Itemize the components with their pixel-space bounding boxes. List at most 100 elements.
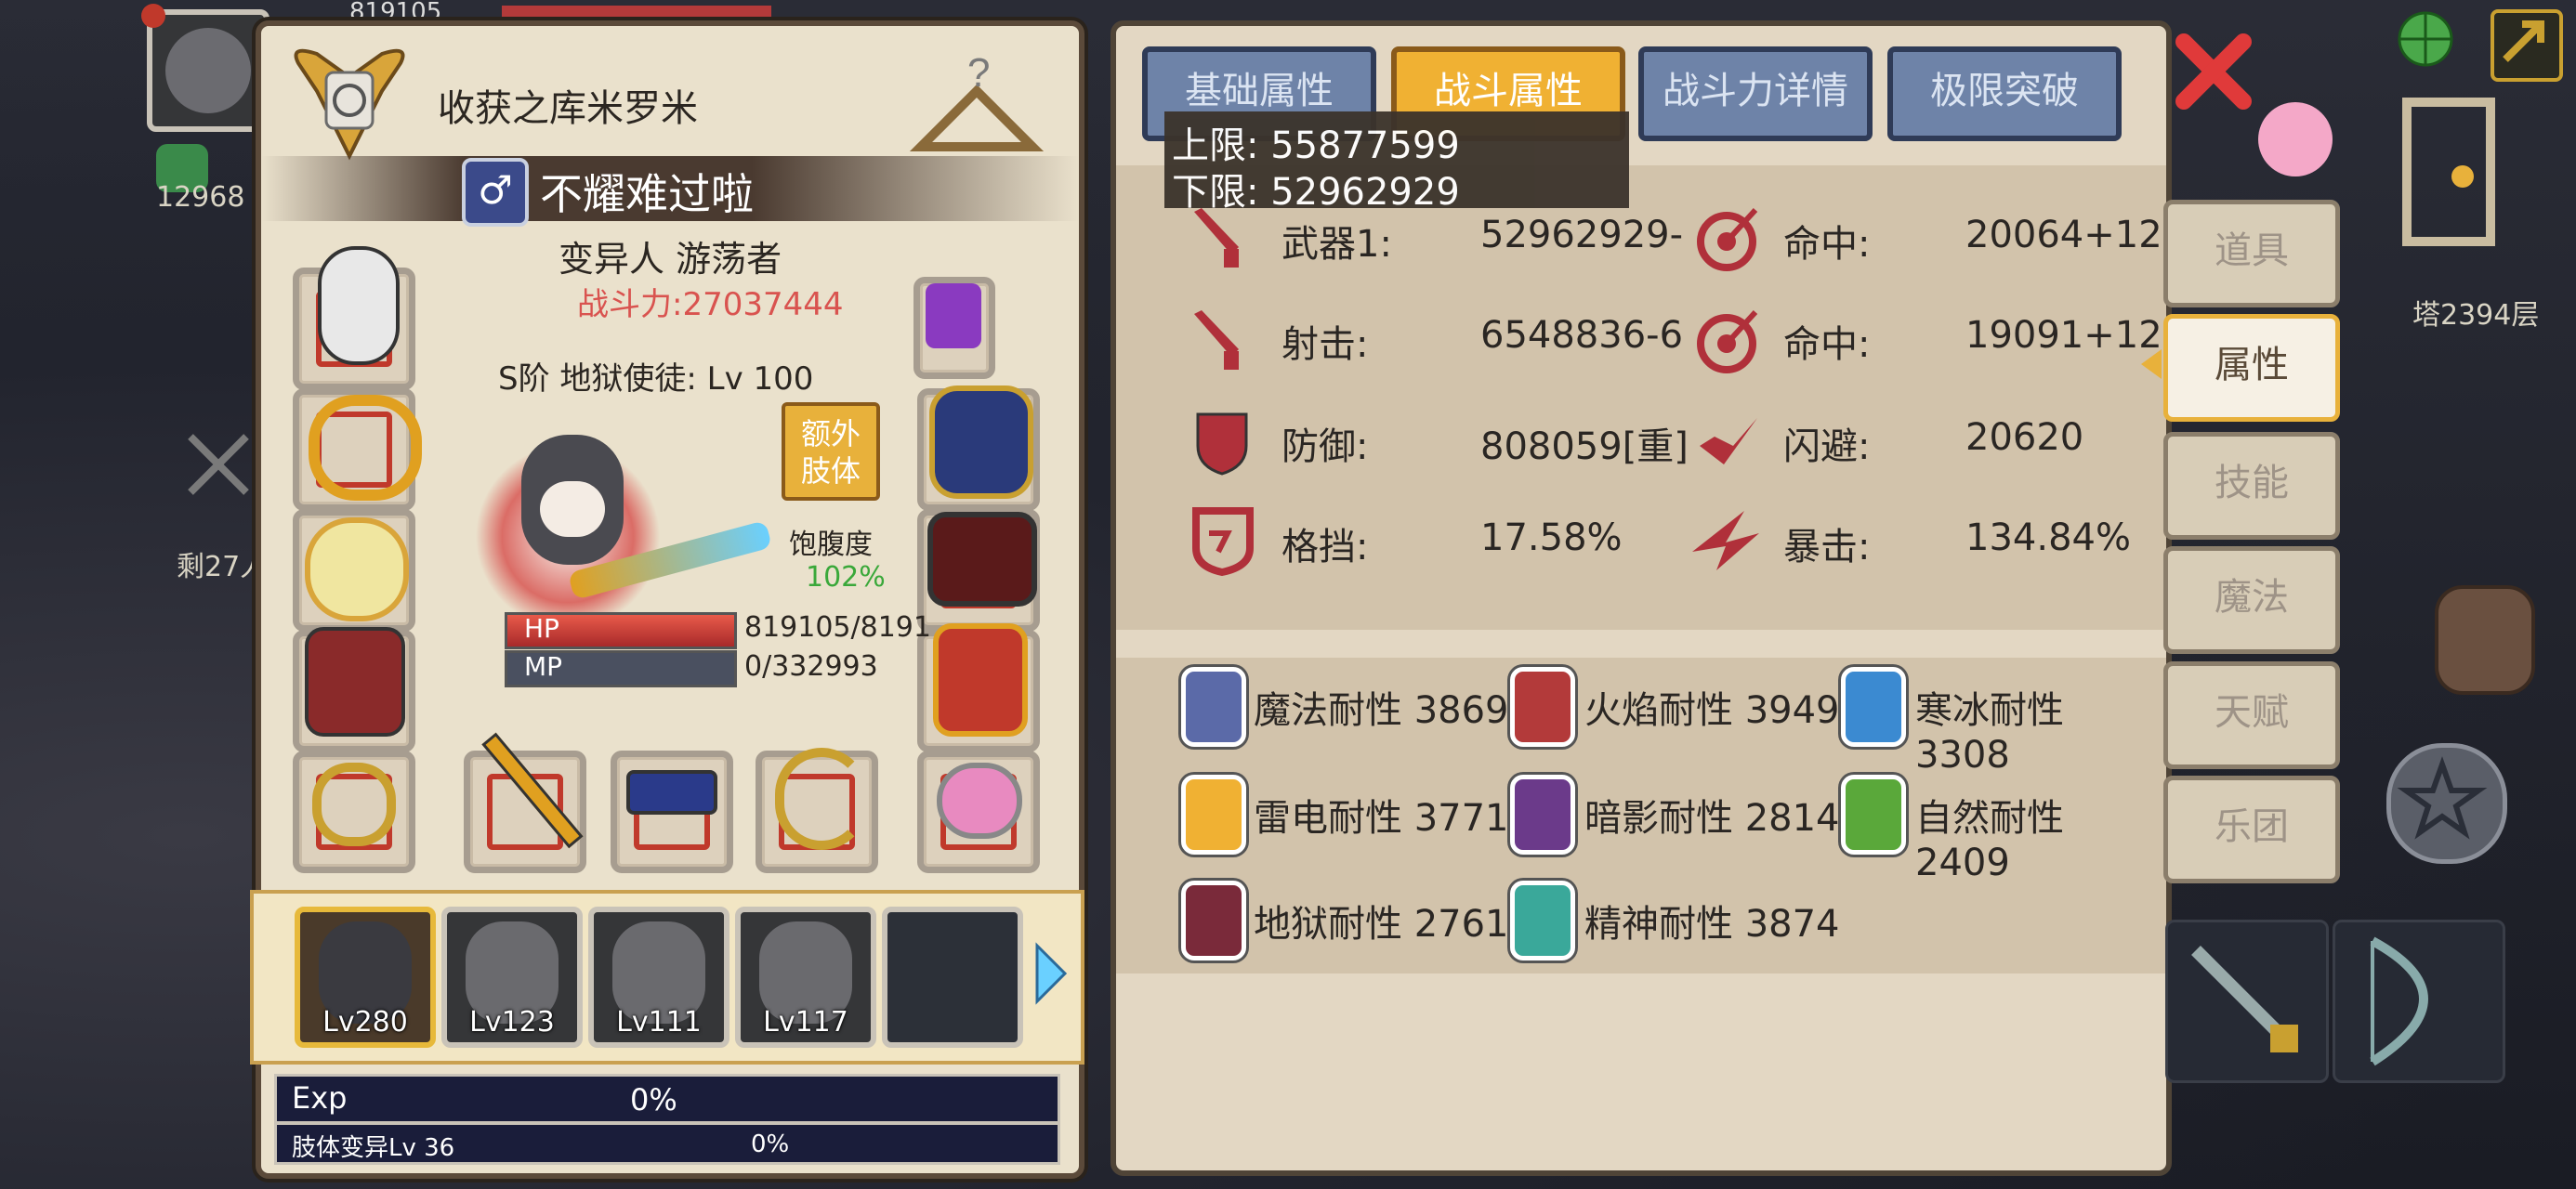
- equip-slot-necklace[interactable]: [293, 388, 422, 511]
- hp-label: HP: [524, 613, 559, 644]
- tower-icon[interactable]: [2398, 93, 2500, 251]
- target-icon: [1692, 204, 1761, 273]
- party-member-1[interactable]: Lv280: [295, 907, 436, 1048]
- player-name: 不耀难过啦: [540, 169, 754, 219]
- critical-icon: [1689, 505, 1763, 576]
- equip-slot-armor[interactable]: [293, 627, 415, 752]
- resist-magic: 魔法耐性 3869: [1254, 689, 1509, 732]
- party-member-level: Lv280: [322, 1006, 408, 1039]
- character-sprite: [456, 425, 791, 639]
- resist-hell: 地狱耐性 2761: [1254, 903, 1509, 946]
- equip-slot-belt[interactable]: [917, 509, 1040, 632]
- stat-value-critical: 134.84%: [1965, 516, 2131, 559]
- mp-bar: MP: [505, 650, 737, 687]
- side-menu-attributes[interactable]: 属性: [2163, 314, 2340, 422]
- mp-value: 0/332993: [744, 650, 878, 683]
- nature-resist-icon: [1841, 775, 1906, 855]
- equip-slot-gauntlet[interactable]: [917, 385, 1040, 511]
- shadow-resist-icon: [1510, 775, 1575, 855]
- pink-pet-icon: [2249, 84, 2342, 186]
- stat-value-dodge: 20620: [1965, 416, 2084, 459]
- equip-slot-boots[interactable]: [917, 623, 1040, 752]
- sword-skill-icon[interactable]: [2165, 920, 2329, 1083]
- spirit-resist-icon: [1510, 881, 1575, 960]
- equip-slot-staff[interactable]: [464, 732, 586, 873]
- equip-slot-accessory[interactable]: [913, 277, 995, 379]
- party-member-2[interactable]: Lv123: [441, 907, 583, 1048]
- equip-slot-bow[interactable]: [756, 748, 878, 873]
- fire-resist-icon: [1510, 667, 1575, 747]
- character-panel: 收获之库米罗米 ? ♂ 不耀难过啦 变异人 游荡者 战斗力:27037444 S…: [250, 20, 1084, 1179]
- stat-label-defense: 防御:: [1281, 425, 1369, 468]
- stat-value-weapon: 52962929-: [1480, 214, 1684, 256]
- shield-icon: [1192, 409, 1252, 476]
- crossed-swords-icon: [186, 432, 251, 497]
- magic-resist-icon: [1181, 667, 1246, 747]
- guild-emblem-icon: [280, 35, 419, 165]
- side-menu-magic[interactable]: 魔法: [2163, 546, 2340, 654]
- race-class: 变异人 游荡者: [559, 239, 782, 280]
- lightning-resist-icon: [1181, 775, 1246, 855]
- party-next-arrow-icon[interactable]: [1032, 941, 1070, 1006]
- sword-icon: [1190, 208, 1242, 269]
- equip-slot-gun[interactable]: [611, 751, 733, 873]
- resist-lightning: 雷电耐性 3771: [1254, 797, 1509, 840]
- block-icon: [1190, 505, 1255, 577]
- star-icon[interactable]: [2386, 743, 2507, 864]
- party-member-level: Lv117: [763, 1006, 848, 1039]
- dodge-icon: [1696, 409, 1761, 474]
- hp-bar: HP: [505, 612, 737, 649]
- resist-ice: 寒冰耐性 3308: [1915, 689, 2064, 777]
- tab-combat-power-details[interactable]: 战斗力详情: [1638, 46, 1873, 141]
- male-symbol-icon: ♂: [462, 158, 529, 227]
- party-member-level: Lv123: [469, 1006, 555, 1039]
- side-menu-skills[interactable]: 技能: [2163, 432, 2340, 540]
- stat-value-defense: 808059[重]: [1480, 425, 1689, 468]
- left-score: 12968: [156, 181, 245, 214]
- mutation-value: 0%: [751, 1130, 790, 1158]
- equip-slot-pet[interactable]: [917, 751, 1040, 873]
- bow-skill-icon[interactable]: [2333, 920, 2505, 1083]
- stats-panel: 基础属性 战斗属性 战斗力详情 极限突破 上限: 55877599 下限: 52…: [1111, 20, 2186, 1176]
- resist-nature: 自然耐性 2409: [1915, 797, 2064, 884]
- stat-value-hit: 20064+12: [1965, 214, 2162, 256]
- equip-slot-shield[interactable]: [293, 509, 415, 632]
- satiety-label: 饱腹度: [789, 529, 873, 561]
- panel-title: 收获之库米罗米: [438, 87, 698, 130]
- tab-limit-break[interactable]: 极限突破: [1887, 46, 2122, 141]
- mutation-bar: 肢体变异Lv 36 0%: [274, 1122, 1060, 1165]
- stat-label-hit-2: 命中:: [1783, 323, 1871, 366]
- network-icon[interactable]: [2388, 9, 2455, 76]
- stat-label-weapon: 武器1:: [1281, 223, 1392, 266]
- svg-text:?: ?: [967, 54, 990, 96]
- stat-value-block: 17.58%: [1480, 516, 1623, 559]
- resist-shadow: 暗影耐性 2814: [1584, 797, 1840, 840]
- hanger-help-icon[interactable]: ?: [902, 50, 1051, 165]
- party-member-empty[interactable]: [882, 907, 1023, 1048]
- stat-label-critical: 暴击:: [1783, 526, 1871, 568]
- stat-value-shooting: 6548836-6: [1480, 314, 1684, 357]
- party-member-4[interactable]: Lv117: [735, 907, 876, 1048]
- mp-label: MP: [524, 651, 563, 682]
- exp-label: Exp: [292, 1080, 348, 1116]
- backpack-icon[interactable]: [2435, 585, 2535, 695]
- stat-label-block: 格挡:: [1281, 526, 1369, 568]
- equip-slot-helmet[interactable]: [293, 246, 415, 390]
- exp-bar: Exp 0%: [274, 1074, 1060, 1124]
- fullscreen-icon[interactable]: [2491, 9, 2563, 82]
- side-menu-band[interactable]: 乐团: [2163, 776, 2340, 883]
- side-menu-items[interactable]: 道具: [2163, 200, 2340, 307]
- equip-slot-ring[interactable]: [293, 751, 415, 873]
- active-indicator-icon: [2137, 347, 2163, 381]
- party-member-3[interactable]: Lv111: [588, 907, 729, 1048]
- close-icon[interactable]: [2175, 33, 2253, 111]
- extra-limb-button[interactable]: 额外 肢体: [782, 402, 880, 501]
- top-left-portrait[interactable]: [141, 4, 269, 132]
- sword-icon: [1190, 310, 1242, 372]
- resist-fire: 火焰耐性 3949: [1584, 689, 1840, 732]
- exp-value: 0%: [630, 1082, 677, 1117]
- combat-power: 战斗力:27037444: [577, 286, 844, 323]
- hp-value: 819105/8191: [744, 611, 931, 644]
- stat-label-shooting: 射击:: [1281, 323, 1369, 366]
- side-menu-talent[interactable]: 天赋: [2163, 661, 2340, 769]
